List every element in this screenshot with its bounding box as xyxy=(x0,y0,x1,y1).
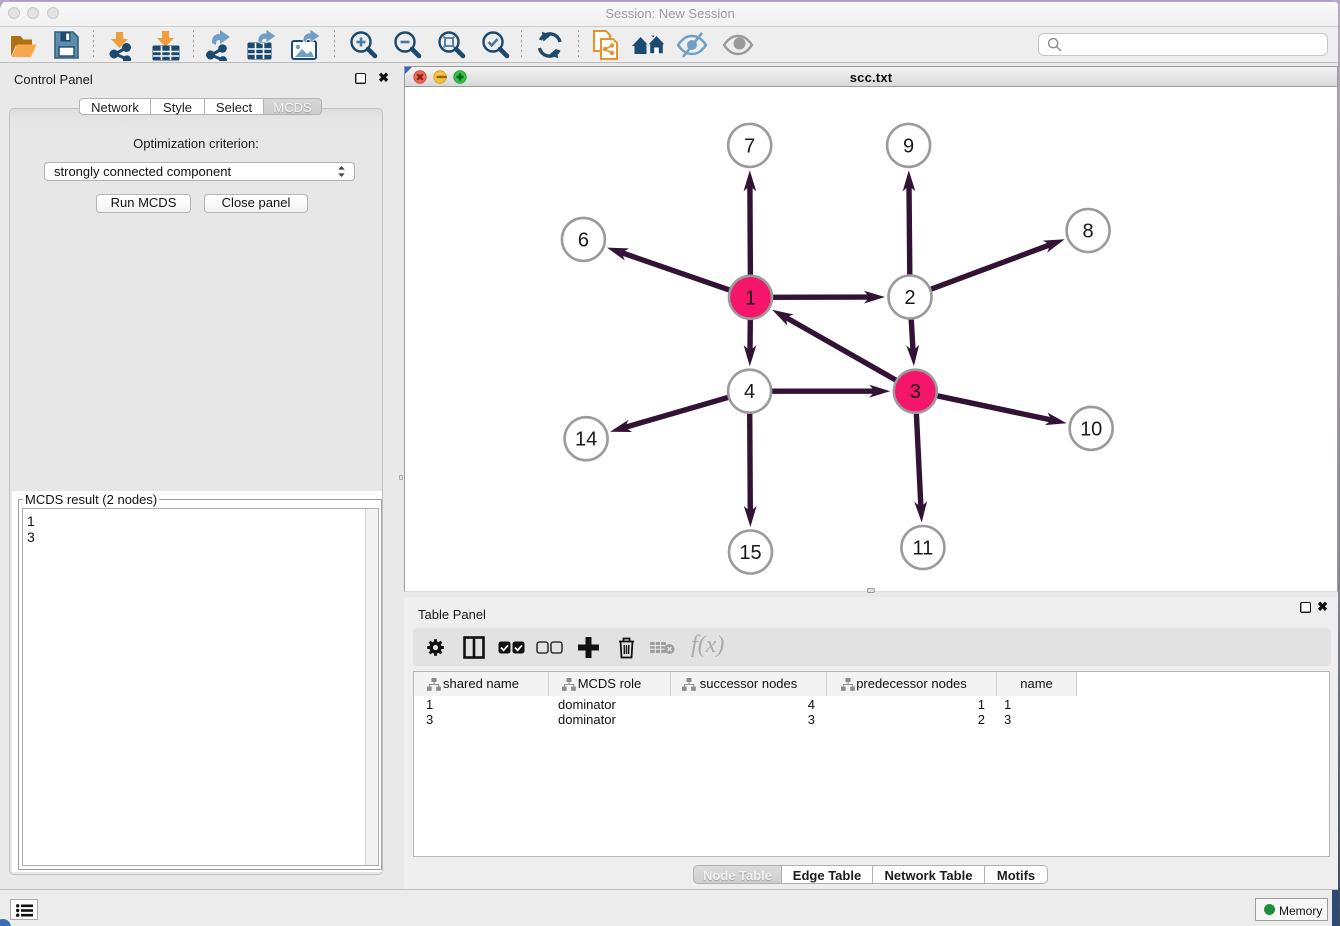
svg-text:7: 7 xyxy=(744,135,755,157)
svg-text:15: 15 xyxy=(739,542,761,564)
svg-text:11: 11 xyxy=(913,538,934,560)
svg-text:8: 8 xyxy=(1083,221,1094,243)
svg-text:4: 4 xyxy=(744,381,755,403)
svg-text:2: 2 xyxy=(904,287,915,309)
svg-text:1: 1 xyxy=(745,287,756,309)
svg-text:9: 9 xyxy=(903,135,914,157)
svg-text:10: 10 xyxy=(1080,418,1102,440)
svg-text:14: 14 xyxy=(575,429,597,451)
svg-text:3: 3 xyxy=(910,381,921,403)
svg-text:6: 6 xyxy=(578,229,589,251)
